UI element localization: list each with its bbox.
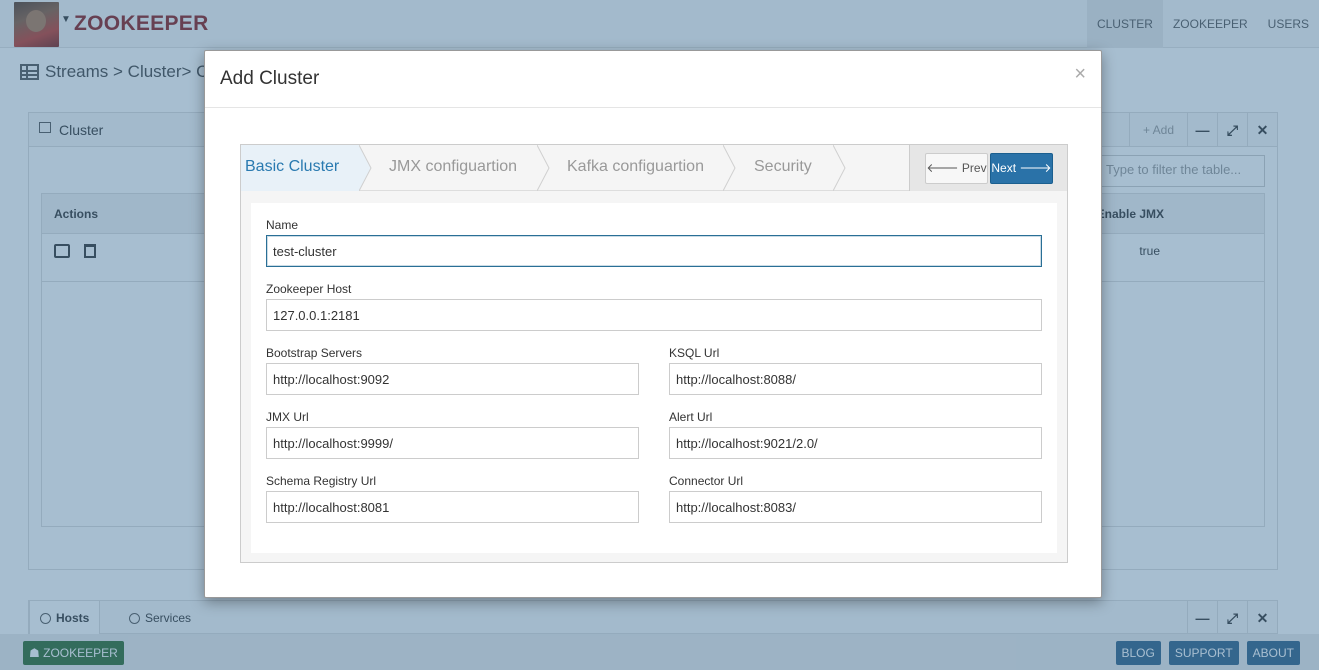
name-input[interactable]	[266, 235, 1042, 267]
alert-url-input[interactable]	[669, 427, 1042, 459]
ksql-url-label: KSQL Url	[669, 346, 720, 360]
prev-label: Prev	[961, 161, 987, 175]
wizard-steps: Basic Cluster JMX configuartion Kafka co…	[241, 145, 1067, 191]
zookeeper-host-input[interactable]	[266, 299, 1042, 331]
ksql-url-field-group: KSQL Url	[669, 346, 1042, 395]
modal-header: Add Cluster ×	[205, 51, 1101, 108]
arrow-left-icon: 🡐	[926, 161, 959, 175]
next-label: Next	[991, 161, 1017, 175]
step-security[interactable]: Security	[754, 145, 834, 191]
wizard: Basic Cluster JMX configuartion Kafka co…	[240, 144, 1068, 563]
add-cluster-modal: Add Cluster × Basic Cluster JMX configua…	[204, 50, 1102, 598]
schema-registry-url-field-group: Schema Registry Url	[266, 474, 639, 523]
arrow-right-icon: 🡒	[1019, 161, 1052, 175]
ksql-url-input[interactable]	[669, 363, 1042, 395]
schema-registry-url-input[interactable]	[266, 491, 639, 523]
connector-url-field-group: Connector Url	[669, 474, 1042, 523]
connector-url-label: Connector Url	[669, 474, 744, 488]
step-kafka-configuration[interactable]: Kafka configuartion	[567, 145, 727, 191]
wizard-nav: 🡐 Prev Next 🡒	[909, 145, 1067, 191]
jmx-url-input[interactable]	[266, 427, 639, 459]
step-separator	[833, 145, 853, 191]
name-label: Name	[266, 218, 299, 232]
bootstrap-servers-label: Bootstrap Servers	[266, 346, 363, 360]
jmx-url-label: JMX Url	[266, 410, 309, 424]
step-separator	[723, 145, 743, 191]
step-basic-cluster[interactable]: Basic Cluster	[241, 145, 359, 191]
jmx-url-field-group: JMX Url	[266, 410, 639, 459]
name-field-group: Name	[266, 218, 1042, 267]
bootstrap-servers-input[interactable]	[266, 363, 639, 395]
schema-registry-url-label: Schema Registry Url	[266, 474, 377, 488]
bootstrap-servers-field-group: Bootstrap Servers	[266, 346, 639, 395]
connector-url-input[interactable]	[669, 491, 1042, 523]
zookeeper-host-label: Zookeeper Host	[266, 282, 352, 296]
prev-button[interactable]: 🡐 Prev	[925, 153, 988, 184]
alert-url-field-group: Alert Url	[669, 410, 1042, 459]
modal-title: Add Cluster	[220, 68, 320, 89]
step-separator	[537, 145, 557, 191]
step-separator	[359, 145, 379, 191]
zookeeper-host-field-group: Zookeeper Host	[266, 282, 1042, 331]
step-jmx-configuration[interactable]: JMX configuartion	[389, 145, 539, 191]
basic-cluster-form: Name Zookeeper Host Bootstrap Servers KS…	[251, 203, 1057, 553]
next-button[interactable]: Next 🡒	[990, 153, 1053, 184]
alert-url-label: Alert Url	[669, 410, 713, 424]
close-icon[interactable]: ×	[1074, 64, 1086, 84]
